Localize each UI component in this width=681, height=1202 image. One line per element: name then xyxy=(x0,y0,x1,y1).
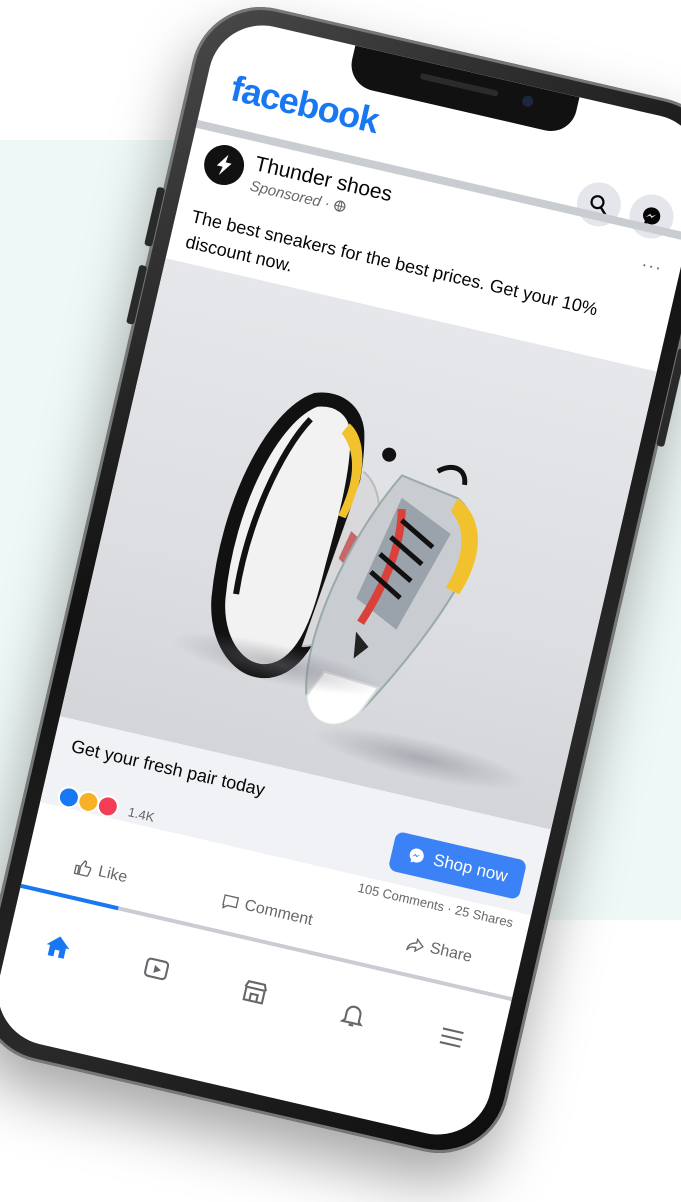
nav-marketplace[interactable] xyxy=(231,968,279,1016)
reaction-count: 1.4K xyxy=(126,803,157,825)
share-label: Share xyxy=(428,939,474,966)
share-icon xyxy=(405,937,424,953)
nav-menu[interactable] xyxy=(427,1014,475,1062)
like-button[interactable]: Like xyxy=(73,858,129,888)
shop-now-button[interactable]: Shop now xyxy=(388,831,528,901)
menu-icon xyxy=(439,1027,464,1048)
lightning-icon xyxy=(216,154,232,176)
home-icon xyxy=(47,936,70,959)
like-label: Like xyxy=(96,863,129,887)
store-icon xyxy=(242,980,267,1005)
nav-notifications[interactable] xyxy=(329,991,377,1039)
page-avatar[interactable] xyxy=(200,141,249,190)
shop-now-label: Shop now xyxy=(431,850,510,886)
comment-label: Comment xyxy=(242,896,315,930)
video-icon xyxy=(144,957,170,981)
bell-icon xyxy=(339,1005,363,1027)
share-button[interactable]: Share xyxy=(405,934,474,967)
comment-icon xyxy=(221,894,239,909)
messenger-icon xyxy=(410,848,425,863)
comment-button[interactable]: Comment xyxy=(219,891,314,930)
more-options-button[interactable]: ··· xyxy=(639,254,664,279)
front-camera xyxy=(521,94,535,108)
reaction-summary[interactable]: 1.4K xyxy=(55,784,157,828)
nav-watch[interactable] xyxy=(133,945,181,993)
speaker-grille xyxy=(419,72,499,97)
thumbs-up-icon xyxy=(74,860,92,877)
globe-icon xyxy=(334,200,346,212)
nav-home[interactable] xyxy=(34,923,82,971)
